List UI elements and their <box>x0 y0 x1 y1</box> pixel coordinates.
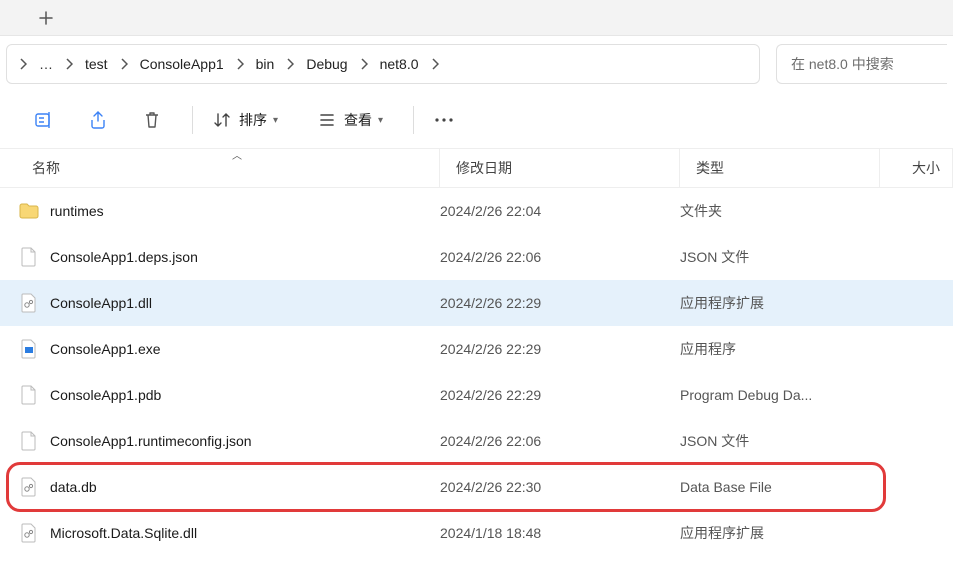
db-icon <box>18 476 40 498</box>
file-type: Program Debug Da... <box>680 387 880 403</box>
view-label: 查看 <box>344 110 372 130</box>
chevron-right-icon <box>17 54 29 74</box>
file-date: 2024/2/26 22:29 <box>440 387 680 403</box>
share-icon <box>88 110 108 130</box>
chevron-right-icon <box>118 54 130 74</box>
breadcrumb-item-debug[interactable]: Debug <box>296 52 357 76</box>
column-header-date[interactable]: 修改日期 <box>440 149 680 187</box>
breadcrumb[interactable]: … test ConsoleApp1 bin Debug net8.0 <box>6 44 760 84</box>
file-name: data.db <box>50 479 440 495</box>
tab-bar <box>0 0 953 36</box>
file-date: 2024/2/26 22:29 <box>440 295 680 311</box>
file-row[interactable]: ConsoleApp1.deps.json2024/2/26 22:06JSON… <box>0 234 953 280</box>
file-type: 应用程序扩展 <box>680 523 880 543</box>
breadcrumb-item-bin[interactable]: bin <box>246 52 285 76</box>
file-date: 2024/2/26 22:06 <box>440 249 680 265</box>
file-name: ConsoleApp1.pdb <box>50 387 440 403</box>
breadcrumb-item-consoleapp1[interactable]: ConsoleApp1 <box>130 52 234 76</box>
more-button[interactable] <box>424 100 464 140</box>
file-row[interactable]: ConsoleApp1.runtimeconfig.json2024/2/26 … <box>0 418 953 464</box>
sort-button[interactable]: 排序 ▾ <box>203 100 288 140</box>
file-row[interactable]: runtimes2024/2/26 22:04文件夹 <box>0 188 953 234</box>
toolbar-separator <box>192 106 193 134</box>
chevron-right-icon <box>63 54 75 74</box>
file-type: 应用程序扩展 <box>680 293 880 313</box>
file-row[interactable]: ConsoleApp1.dll2024/2/26 22:29应用程序扩展 <box>0 280 953 326</box>
rename-button[interactable] <box>20 100 68 140</box>
view-button[interactable]: 查看 ▾ <box>308 100 393 140</box>
column-header-size[interactable]: 大小 <box>880 149 953 187</box>
file-type: JSON 文件 <box>680 431 880 451</box>
exe-icon <box>18 338 40 360</box>
delete-button[interactable] <box>128 100 176 140</box>
folder-icon <box>18 200 40 222</box>
file-name: ConsoleApp1.exe <box>50 341 440 357</box>
file-name: runtimes <box>50 203 440 219</box>
file-date: 2024/1/18 18:48 <box>440 525 680 541</box>
dll-icon <box>18 292 40 314</box>
column-header-row: ︿ 名称 修改日期 类型 大小 <box>0 148 953 188</box>
file-row[interactable]: data.db2024/2/26 22:30Data Base File <box>0 464 953 510</box>
file-list: runtimes2024/2/26 22:04文件夹ConsoleApp1.de… <box>0 188 953 556</box>
file-date: 2024/2/26 22:06 <box>440 433 680 449</box>
chevron-right-icon <box>284 54 296 74</box>
file-name: ConsoleApp1.dll <box>50 295 440 311</box>
file-icon <box>18 384 40 406</box>
sort-icon <box>213 111 231 129</box>
nav-row: … test ConsoleApp1 bin Debug net8.0 在 ne… <box>0 36 953 92</box>
file-name: ConsoleApp1.runtimeconfig.json <box>50 433 440 449</box>
list-icon <box>318 111 336 129</box>
rename-icon <box>34 110 54 130</box>
file-row[interactable]: Microsoft.Data.Sqlite.dll2024/1/18 18:48… <box>0 510 953 556</box>
column-header-name[interactable]: 名称 <box>0 149 440 187</box>
breadcrumb-item-test[interactable]: test <box>75 52 118 76</box>
sort-indicator-icon: ︿ <box>232 147 242 162</box>
dll-icon <box>18 522 40 544</box>
file-name: ConsoleApp1.deps.json <box>50 249 440 265</box>
file-type: JSON 文件 <box>680 247 880 267</box>
trash-icon <box>142 110 162 130</box>
file-type: 文件夹 <box>680 201 880 221</box>
sort-label: 排序 <box>239 110 267 130</box>
search-input[interactable]: 在 net8.0 中搜索 <box>776 44 947 84</box>
toolbar: 排序 ▾ 查看 ▾ <box>0 92 953 148</box>
json-icon <box>18 246 40 268</box>
breadcrumb-item-net8[interactable]: net8.0 <box>370 52 429 76</box>
json-icon <box>18 430 40 452</box>
file-name: Microsoft.Data.Sqlite.dll <box>50 525 440 541</box>
chevron-right-icon <box>429 54 441 74</box>
chevron-right-icon <box>358 54 370 74</box>
file-type: 应用程序 <box>680 339 880 359</box>
file-date: 2024/2/26 22:29 <box>440 341 680 357</box>
new-tab-button[interactable] <box>30 4 62 32</box>
share-button[interactable] <box>74 100 122 140</box>
file-date: 2024/2/26 22:30 <box>440 479 680 495</box>
chevron-down-icon: ▾ <box>273 115 278 126</box>
toolbar-separator <box>413 106 414 134</box>
breadcrumb-overflow[interactable]: … <box>29 52 63 76</box>
file-row[interactable]: ConsoleApp1.exe2024/2/26 22:29应用程序 <box>0 326 953 372</box>
chevron-right-icon <box>234 54 246 74</box>
column-header-type[interactable]: 类型 <box>680 149 880 187</box>
search-placeholder: 在 net8.0 中搜索 <box>791 54 894 74</box>
file-type: Data Base File <box>680 479 880 495</box>
file-row[interactable]: ConsoleApp1.pdb2024/2/26 22:29Program De… <box>0 372 953 418</box>
plus-icon <box>39 11 53 25</box>
chevron-down-icon: ▾ <box>378 115 383 126</box>
more-icon <box>434 117 454 123</box>
file-date: 2024/2/26 22:04 <box>440 203 680 219</box>
